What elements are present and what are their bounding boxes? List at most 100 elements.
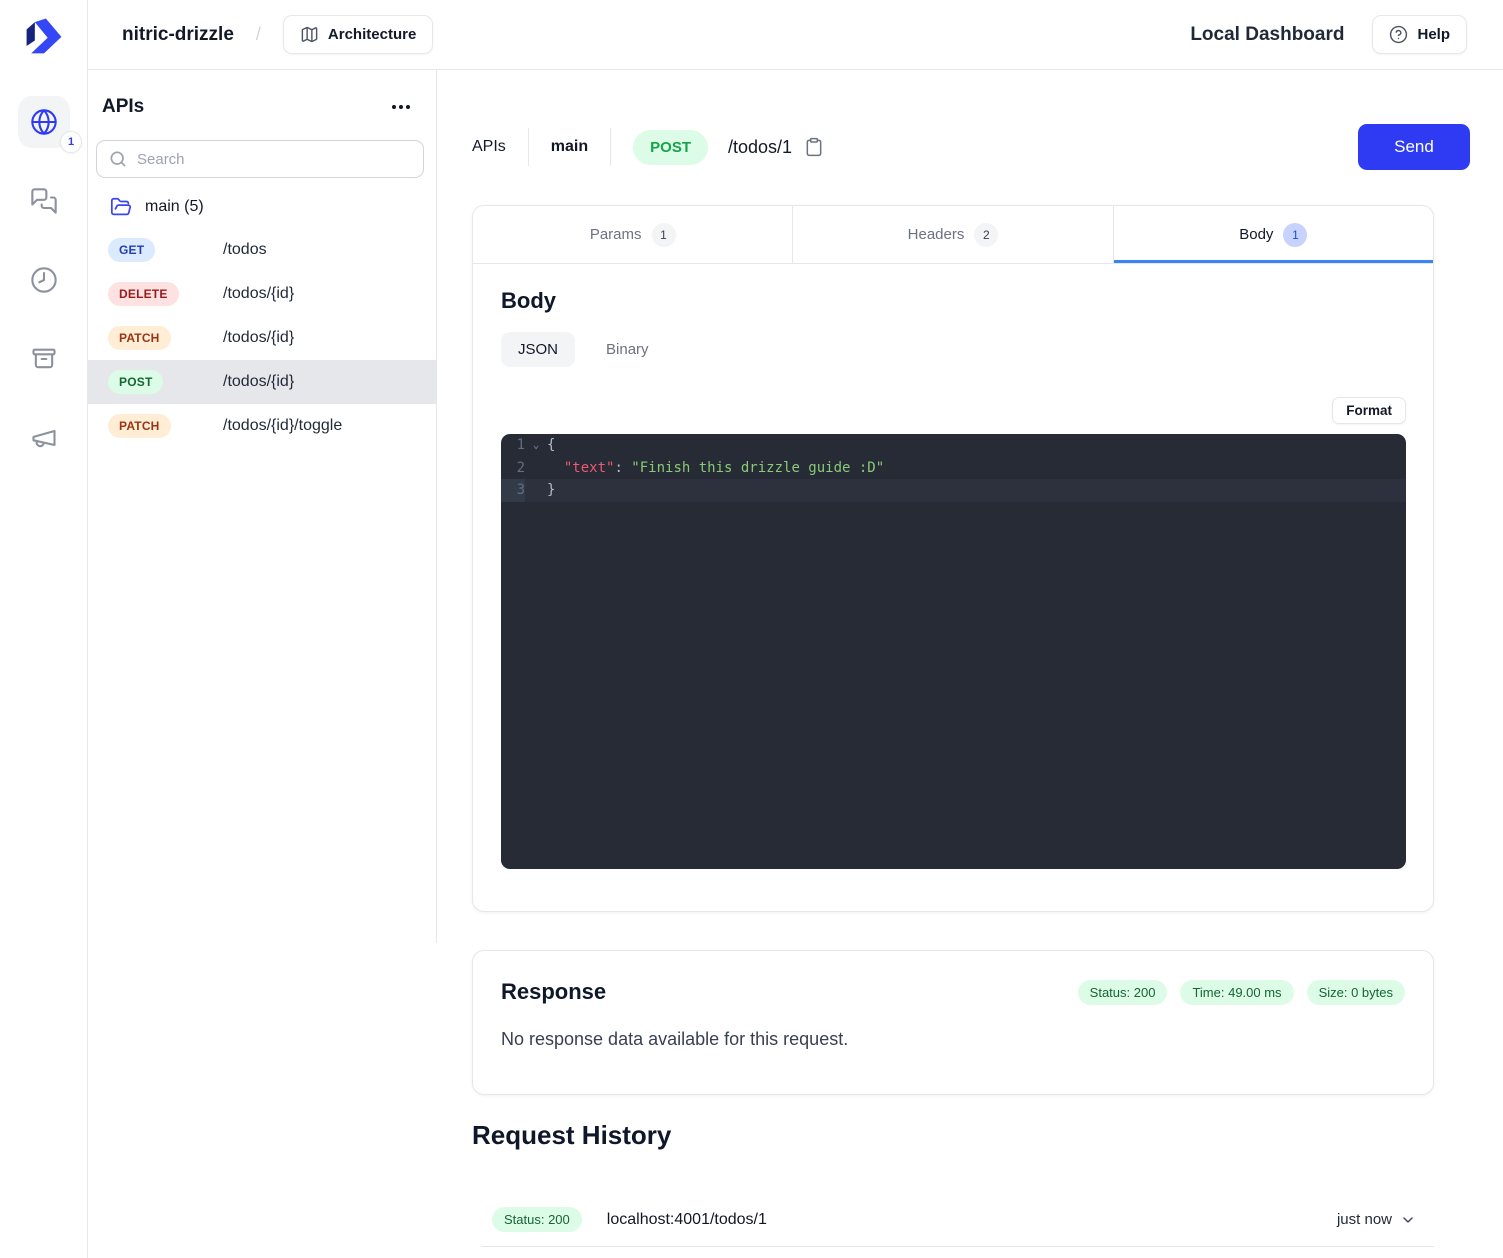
nitric-logo-icon <box>22 13 66 57</box>
endpoint-path: /todos/{id} <box>223 285 294 303</box>
mode-json[interactable]: JSON <box>501 332 575 367</box>
search-input[interactable] <box>96 140 424 178</box>
help-button[interactable]: Help <box>1372 15 1467 54</box>
code-token-string: "Finish this drizzle guide :D" <box>631 460 884 476</box>
code-token-key: "text" <box>564 460 615 476</box>
crumb-apis: APIs <box>472 138 506 156</box>
globe-icon <box>30 108 58 136</box>
architecture-button-label: Architecture <box>328 26 416 43</box>
request-method-badge: POST <box>633 130 708 165</box>
map-icon <box>300 25 319 44</box>
project-name: nitric-drizzle <box>122 24 234 46</box>
fold-chevron-icon[interactable]: ⌄ <box>525 434 547 457</box>
response-card: Response Status: 200 Time: 49.00 ms Size… <box>472 950 1434 1095</box>
history-url: localhost:4001/todos/1 <box>607 1211 767 1229</box>
panel-menu-button[interactable] <box>386 99 416 115</box>
apis-panel: APIs main (5) GET /todos DELETE /todos/{… <box>88 70 437 943</box>
rail-item-apis[interactable]: 1 <box>18 96 70 148</box>
code-token-separator: : <box>614 460 631 476</box>
response-title: Response <box>501 979 606 1005</box>
mode-binary[interactable]: Binary <box>589 332 666 367</box>
search-box <box>96 140 424 178</box>
tab-label: Body <box>1239 226 1273 243</box>
rail-item-schedules[interactable] <box>18 254 70 306</box>
tab-count-badge: 1 <box>1283 223 1307 247</box>
format-button[interactable]: Format <box>1332 397 1406 424</box>
endpoint-row[interactable]: PATCH /todos/{id}/toggle <box>88 404 436 448</box>
top-header: nitric-drizzle / Architecture Local Dash… <box>88 0 1503 70</box>
rail-item-websockets[interactable] <box>18 175 70 227</box>
nitric-local-dashboard: 1 <box>0 0 1503 1258</box>
crumb-api-name: main <box>551 138 588 156</box>
response-badges: Status: 200 Time: 49.00 ms Size: 0 bytes <box>1078 980 1405 1005</box>
tab-body[interactable]: Body 1 <box>1114 206 1433 263</box>
tab-headers[interactable]: Headers 2 <box>793 206 1113 263</box>
code-token: { <box>547 434 555 457</box>
send-button[interactable]: Send <box>1358 124 1470 170</box>
method-badge: GET <box>108 238 155 262</box>
help-button-label: Help <box>1417 26 1450 43</box>
chevron-down-icon <box>1400 1212 1416 1228</box>
body-section-title: Body <box>501 288 1406 314</box>
endpoint-path: /todos <box>223 241 267 259</box>
architecture-button[interactable]: Architecture <box>283 15 433 54</box>
apis-count-badge: 1 <box>60 131 82 153</box>
method-badge: POST <box>108 370 163 394</box>
endpoint-row[interactable]: PATCH /todos/{id} <box>88 316 436 360</box>
request-path: /todos/1 <box>728 137 792 158</box>
copy-path-button[interactable] <box>804 137 824 157</box>
api-group-main[interactable]: main (5) <box>88 178 436 228</box>
clock-icon <box>30 266 58 294</box>
line-number: 2 <box>501 457 525 480</box>
endpoint-path: /todos/{id}/toggle <box>223 417 342 435</box>
search-icon <box>108 149 128 169</box>
local-dashboard-label: Local Dashboard <box>1190 24 1344 46</box>
size-badge: Size: 0 bytes <box>1307 980 1405 1005</box>
chat-bubbles-icon <box>30 187 58 215</box>
megaphone-icon <box>30 424 58 452</box>
time-badge: Time: 49.00 ms <box>1180 980 1293 1005</box>
folder-open-icon <box>110 196 132 218</box>
code-token: } <box>547 479 555 502</box>
help-circle-icon <box>1389 25 1408 44</box>
rail-item-topics[interactable] <box>18 412 70 464</box>
endpoint-row[interactable]: DELETE /todos/{id} <box>88 272 436 316</box>
line-number: 3 <box>501 479 525 502</box>
history-time-label: just now <box>1337 1211 1392 1228</box>
body-mode-toggle: JSON Binary <box>501 332 1406 367</box>
method-badge: PATCH <box>108 414 171 438</box>
archive-box-icon <box>30 345 58 373</box>
history-status-badge: Status: 200 <box>492 1207 582 1232</box>
response-empty-message: No response data available for this requ… <box>501 1029 1405 1050</box>
endpoint-path: /todos/{id} <box>223 329 294 347</box>
rail-item-storage[interactable] <box>18 333 70 385</box>
editor-line: 1 ⌄ { <box>501 434 1406 457</box>
nitric-logo[interactable] <box>22 13 66 57</box>
tab-label: Params <box>590 226 642 243</box>
history-time-dropdown[interactable]: just now <box>1337 1211 1434 1228</box>
tab-params[interactable]: Params 1 <box>473 206 793 263</box>
method-badge: DELETE <box>108 282 179 306</box>
endpoint-path: /todos/{id} <box>223 373 294 391</box>
tab-label: Headers <box>908 226 965 243</box>
tab-count-badge: 1 <box>652 223 676 247</box>
editor-line-active: 3 } <box>501 479 1406 502</box>
request-bar: APIs main POST /todos/1 Send <box>472 124 1470 170</box>
json-body-editor[interactable]: 1 ⌄ { 2 "text": "Finish this drizzle gui… <box>501 434 1406 869</box>
history-entry[interactable]: Status: 200 localhost:4001/todos/1 just … <box>481 1195 1434 1247</box>
api-group-label: main (5) <box>145 198 204 216</box>
clipboard-icon <box>804 137 824 157</box>
endpoint-row-selected[interactable]: POST /todos/{id} <box>88 360 436 404</box>
endpoint-row[interactable]: GET /todos <box>88 228 436 272</box>
apis-panel-title: APIs <box>102 96 144 118</box>
breadcrumb-separator: / <box>256 24 261 45</box>
icon-rail: 1 <box>0 0 88 1258</box>
request-history-section: Request History Status: 200 localhost:40… <box>472 1120 1434 1247</box>
status-badge: Status: 200 <box>1078 980 1168 1005</box>
method-badge: PATCH <box>108 326 171 350</box>
line-number: 1 <box>501 434 525 457</box>
main-content: APIs main POST /todos/1 Send Params 1 H <box>437 70 1503 1258</box>
divider <box>528 128 529 166</box>
request-history-title: Request History <box>472 1120 1434 1151</box>
tab-count-badge: 2 <box>974 223 998 247</box>
